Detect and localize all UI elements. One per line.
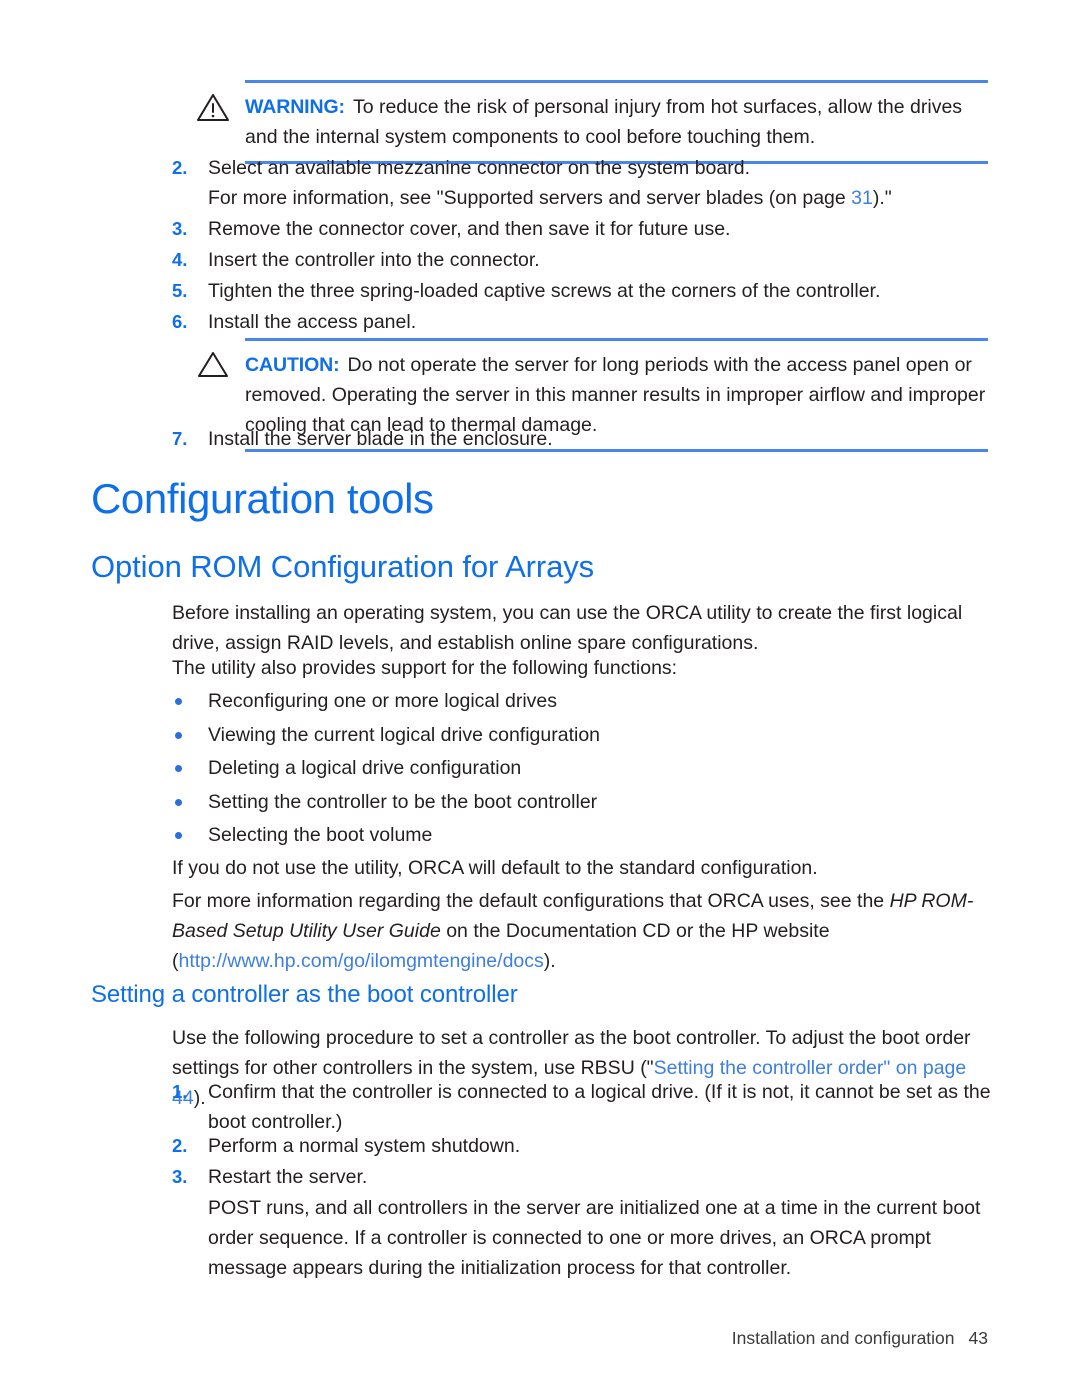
footer-title: Installation and configuration	[731, 1328, 955, 1348]
step-number: 3.	[172, 218, 188, 239]
list-item: 2. Perform a normal system shutdown.	[0, 1131, 1000, 1161]
step-number: 4.	[172, 249, 188, 270]
subsection-heading: Setting a controller as the boot control…	[91, 981, 518, 1008]
warning-body: WARNING: To reduce the risk of personal i…	[245, 92, 990, 152]
caution-triangle-icon	[196, 349, 230, 379]
step-note-prefix: For more information, see "Supported ser…	[208, 187, 852, 209]
bullet-dot-icon	[175, 798, 182, 806]
orca-functions-lead: The utility also provides support for th…	[172, 657, 678, 679]
list-item: 4. Insert the controller into the connec…	[0, 245, 1000, 275]
step-text: Remove the connector cover, and then sav…	[208, 218, 731, 240]
step-number: 1.	[172, 1081, 188, 1102]
orca-functions-list: Reconfiguring one or more logical drives…	[0, 685, 600, 853]
bullet-text: Selecting the boot volume	[208, 824, 433, 846]
step-number: 3.	[172, 1166, 188, 1187]
bullet-text: Deleting a logical drive configuration	[208, 757, 522, 779]
section-heading: Option ROM Configuration for Arrays	[91, 549, 595, 584]
step-number: 5.	[172, 280, 188, 301]
list-item: 3. Remove the connector cover, and then …	[0, 214, 1000, 244]
bullet-text: Setting the controller to be the boot co…	[208, 790, 598, 813]
step-note-suffix: )."	[872, 187, 892, 209]
bullet-dot-icon	[175, 698, 182, 705]
bullet-dot-icon	[175, 731, 182, 739]
step-number: 7.	[172, 428, 188, 449]
step-text: Install the server blade in the enclosur…	[208, 428, 553, 450]
caution-label: CAUTION:	[245, 354, 340, 376]
list-item: 1. Confirm that the controller is connec…	[0, 1077, 1000, 1137]
step-text: Install the access panel.	[208, 311, 417, 333]
page-title: Configuration tools	[91, 475, 434, 522]
step-number: 6.	[172, 311, 188, 332]
orca-guide-reference: For more information regarding the defau…	[172, 886, 984, 976]
warning-text: To reduce the risk of personal injury fr…	[245, 96, 963, 148]
step-text: Insert the controller into the connector…	[208, 249, 540, 271]
guide-ref-prefix: For more information regarding the defau…	[172, 890, 890, 912]
list-item: 6. Install the access panel.	[0, 307, 1000, 337]
step-number: 2.	[172, 1135, 188, 1156]
post-note: POST runs, and all controllers in the se…	[0, 1193, 998, 1283]
bullet-text: Reconfiguring one or more logical drives	[208, 690, 558, 712]
post-note-text: POST runs, and all controllers in the se…	[208, 1197, 981, 1279]
list-item: 7. Install the server blade in the enclo…	[0, 424, 1000, 454]
intro-middle: " on page	[883, 1057, 967, 1079]
caution-rule-top	[245, 338, 988, 341]
step-text: Restart the server.	[208, 1166, 368, 1188]
list-item: Setting the controller to be the boot co…	[0, 786, 600, 820]
list-item: 5. Tighten the three spring-loaded capti…	[0, 276, 1000, 306]
step-text: Confirm that the controller is connected…	[208, 1081, 991, 1133]
step-number: 2.	[172, 157, 188, 178]
list-item: Deleting a logical drive configuration	[0, 752, 600, 786]
step-text: Select an available mezzanine connector …	[208, 157, 750, 179]
orca-intro-paragraph: Before installing an operating system, y…	[172, 602, 963, 654]
list-item: Selecting the boot volume	[0, 819, 600, 853]
list-item: Reconfiguring one or more logical drives	[0, 685, 600, 719]
step-note-text: For more information, see "Supported ser…	[208, 183, 892, 213]
step-text: Perform a normal system shutdown.	[208, 1135, 521, 1157]
orca-default-note: If you do not use the utility, ORCA will…	[172, 857, 818, 879]
setting-controller-order-link[interactable]: Setting the controller order	[654, 1057, 884, 1079]
list-item: 2. Select an available mezzanine connect…	[0, 153, 1000, 183]
hp-docs-url-link[interactable]: http://www.hp.com/go/ilomgmtengine/docs	[179, 950, 544, 972]
document-page: WARNING: To reduce the risk of personal i…	[0, 0, 1080, 1397]
bullet-dot-icon	[175, 832, 182, 839]
warning-admonition: WARNING: To reduce the risk of personal i…	[0, 80, 990, 164]
warning-rule-top	[245, 80, 988, 83]
footer-page-number: 43	[968, 1328, 988, 1348]
bullet-dot-icon	[175, 765, 182, 772]
step-note: For more information, see "Supported ser…	[0, 183, 892, 213]
guide-ref-suffix: ).	[543, 950, 556, 972]
step-text: Tighten the three spring-loaded captive …	[208, 280, 881, 302]
list-item: Viewing the current logical drive config…	[0, 719, 600, 753]
bullet-text: Viewing the current logical drive config…	[208, 723, 601, 746]
page-footer: Installation and configuration 43	[0, 1328, 1080, 1349]
page-link-31[interactable]: 31	[851, 187, 873, 209]
warning-triangle-icon	[196, 92, 230, 122]
warning-label: WARNING:	[245, 96, 345, 118]
list-item: 3. Restart the server.	[0, 1162, 1000, 1192]
